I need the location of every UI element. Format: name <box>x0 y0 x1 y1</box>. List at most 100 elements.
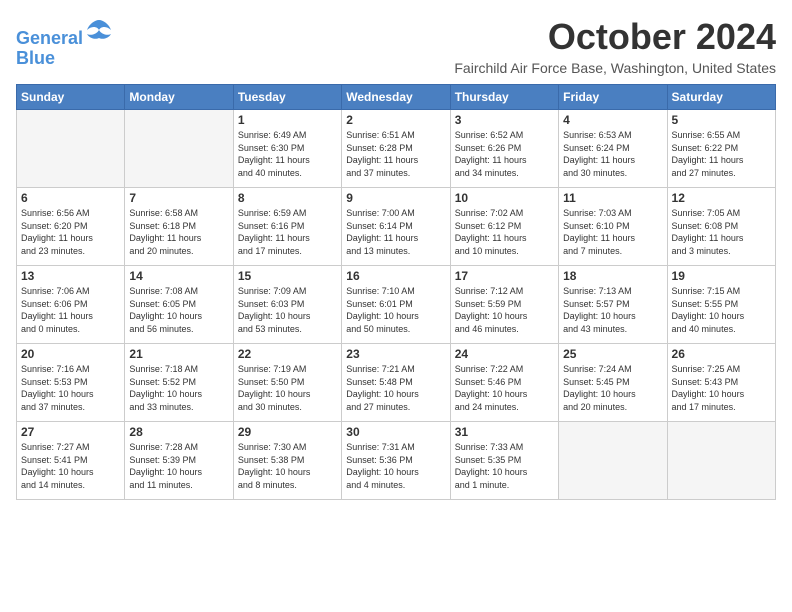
day-number: 9 <box>346 191 445 205</box>
day-info: Sunrise: 7:18 AM Sunset: 5:52 PM Dayligh… <box>129 363 228 413</box>
day-info: Sunrise: 7:28 AM Sunset: 5:39 PM Dayligh… <box>129 441 228 491</box>
logo-blue-text: Blue <box>16 49 113 69</box>
day-number: 13 <box>21 269 120 283</box>
day-number: 15 <box>238 269 337 283</box>
calendar-day-header: Sunday <box>17 85 125 110</box>
day-info: Sunrise: 6:58 AM Sunset: 6:18 PM Dayligh… <box>129 207 228 257</box>
day-info: Sunrise: 7:30 AM Sunset: 5:38 PM Dayligh… <box>238 441 337 491</box>
calendar-day-header: Tuesday <box>233 85 341 110</box>
calendar-day-header: Friday <box>559 85 667 110</box>
calendar-cell: 17 Sunrise: 7:12 AM Sunset: 5:59 PM Dayli… <box>450 266 558 344</box>
calendar-week-row: 1Sunrise: 6:49 AM Sunset: 6:30 PM Daylig… <box>17 110 776 188</box>
day-number: 17 <box>455 269 554 283</box>
logo-bird-icon <box>85 16 113 44</box>
logo: General Blue <box>16 16 113 69</box>
day-info: Sunrise: 7:06 AM Sunset: 6:06 PM Dayligh… <box>21 285 120 335</box>
day-number: 21 <box>129 347 228 361</box>
day-number: 22 <box>238 347 337 361</box>
day-info: Sunrise: 6:53 AM Sunset: 6:24 PM Dayligh… <box>563 129 662 179</box>
calendar-cell: 30 Sunrise: 7:31 AM Sunset: 5:36 PM Dayli… <box>342 422 450 500</box>
calendar-cell: 3 Sunrise: 6:52 AM Sunset: 6:26 PM Daylig… <box>450 110 558 188</box>
calendar-cell <box>125 110 233 188</box>
calendar-cell: 8Sunrise: 6:59 AM Sunset: 6:16 PM Daylig… <box>233 188 341 266</box>
calendar-cell: 28 Sunrise: 7:28 AM Sunset: 5:39 PM Dayli… <box>125 422 233 500</box>
day-info: Sunrise: 7:05 AM Sunset: 6:08 PM Dayligh… <box>672 207 771 257</box>
calendar-cell: 27Sunrise: 7:27 AM Sunset: 5:41 PM Dayli… <box>17 422 125 500</box>
day-number: 29 <box>238 425 337 439</box>
day-number: 31 <box>455 425 554 439</box>
calendar-header-row: SundayMondayTuesdayWednesdayThursdayFrid… <box>17 85 776 110</box>
calendar-cell <box>17 110 125 188</box>
day-info: Sunrise: 7:10 AM Sunset: 6:01 PM Dayligh… <box>346 285 445 335</box>
calendar-cell: 5Sunrise: 6:55 AM Sunset: 6:22 PM Daylig… <box>667 110 775 188</box>
day-number: 18 <box>563 269 662 283</box>
calendar-cell: 7 Sunrise: 6:58 AM Sunset: 6:18 PM Daylig… <box>125 188 233 266</box>
day-info: Sunrise: 6:56 AM Sunset: 6:20 PM Dayligh… <box>21 207 120 257</box>
day-info: Sunrise: 7:15 AM Sunset: 5:55 PM Dayligh… <box>672 285 771 335</box>
day-info: Sunrise: 7:21 AM Sunset: 5:48 PM Dayligh… <box>346 363 445 413</box>
day-number: 12 <box>672 191 771 205</box>
month-title: October 2024 <box>454 16 776 58</box>
calendar-cell: 18Sunrise: 7:13 AM Sunset: 5:57 PM Dayli… <box>559 266 667 344</box>
day-info: Sunrise: 7:22 AM Sunset: 5:46 PM Dayligh… <box>455 363 554 413</box>
day-number: 30 <box>346 425 445 439</box>
day-number: 14 <box>129 269 228 283</box>
calendar-cell: 11 Sunrise: 7:03 AM Sunset: 6:10 PM Dayli… <box>559 188 667 266</box>
calendar-cell: 29 Sunrise: 7:30 AM Sunset: 5:38 PM Dayli… <box>233 422 341 500</box>
day-number: 10 <box>455 191 554 205</box>
calendar-day-header: Saturday <box>667 85 775 110</box>
day-number: 2 <box>346 113 445 127</box>
location-title: Fairchild Air Force Base, Washington, Un… <box>454 60 776 76</box>
day-info: Sunrise: 7:24 AM Sunset: 5:45 PM Dayligh… <box>563 363 662 413</box>
calendar-cell: 21 Sunrise: 7:18 AM Sunset: 5:52 PM Dayli… <box>125 344 233 422</box>
calendar-week-row: 13 Sunrise: 7:06 AM Sunset: 6:06 PM Dayli… <box>17 266 776 344</box>
day-info: Sunrise: 6:55 AM Sunset: 6:22 PM Dayligh… <box>672 129 771 179</box>
day-info: Sunrise: 7:16 AM Sunset: 5:53 PM Dayligh… <box>21 363 120 413</box>
day-info: Sunrise: 6:59 AM Sunset: 6:16 PM Dayligh… <box>238 207 337 257</box>
day-number: 28 <box>129 425 228 439</box>
calendar-week-row: 20 Sunrise: 7:16 AM Sunset: 5:53 PM Dayli… <box>17 344 776 422</box>
calendar-cell: 20 Sunrise: 7:16 AM Sunset: 5:53 PM Dayli… <box>17 344 125 422</box>
day-number: 25 <box>563 347 662 361</box>
title-section: October 2024 Fairchild Air Force Base, W… <box>454 16 776 76</box>
calendar-day-header: Monday <box>125 85 233 110</box>
calendar-cell: 6 Sunrise: 6:56 AM Sunset: 6:20 PM Daylig… <box>17 188 125 266</box>
day-number: 7 <box>129 191 228 205</box>
day-number: 26 <box>672 347 771 361</box>
calendar-cell: 19 Sunrise: 7:15 AM Sunset: 5:55 PM Dayli… <box>667 266 775 344</box>
calendar-day-header: Wednesday <box>342 85 450 110</box>
calendar-cell: 15Sunrise: 7:09 AM Sunset: 6:03 PM Dayli… <box>233 266 341 344</box>
day-info: Sunrise: 7:00 AM Sunset: 6:14 PM Dayligh… <box>346 207 445 257</box>
day-info: Sunrise: 7:19 AM Sunset: 5:50 PM Dayligh… <box>238 363 337 413</box>
day-number: 23 <box>346 347 445 361</box>
calendar-cell: 9 Sunrise: 7:00 AM Sunset: 6:14 PM Daylig… <box>342 188 450 266</box>
day-number: 11 <box>563 191 662 205</box>
day-info: Sunrise: 7:27 AM Sunset: 5:41 PM Dayligh… <box>21 441 120 491</box>
day-info: Sunrise: 7:03 AM Sunset: 6:10 PM Dayligh… <box>563 207 662 257</box>
day-number: 20 <box>21 347 120 361</box>
calendar-table: SundayMondayTuesdayWednesdayThursdayFrid… <box>16 84 776 500</box>
calendar-cell: 23 Sunrise: 7:21 AM Sunset: 5:48 PM Dayli… <box>342 344 450 422</box>
calendar-cell <box>559 422 667 500</box>
day-info: Sunrise: 7:08 AM Sunset: 6:05 PM Dayligh… <box>129 285 228 335</box>
calendar-cell: 1Sunrise: 6:49 AM Sunset: 6:30 PM Daylig… <box>233 110 341 188</box>
day-info: Sunrise: 7:02 AM Sunset: 6:12 PM Dayligh… <box>455 207 554 257</box>
calendar-cell <box>667 422 775 500</box>
day-info: Sunrise: 6:52 AM Sunset: 6:26 PM Dayligh… <box>455 129 554 179</box>
day-number: 19 <box>672 269 771 283</box>
day-number: 16 <box>346 269 445 283</box>
calendar-cell: 22 Sunrise: 7:19 AM Sunset: 5:50 PM Dayli… <box>233 344 341 422</box>
calendar-cell: 31 Sunrise: 7:33 AM Sunset: 5:35 PM Dayli… <box>450 422 558 500</box>
calendar-day-header: Thursday <box>450 85 558 110</box>
day-info: Sunrise: 7:12 AM Sunset: 5:59 PM Dayligh… <box>455 285 554 335</box>
calendar-cell: 13 Sunrise: 7:06 AM Sunset: 6:06 PM Dayli… <box>17 266 125 344</box>
day-info: Sunrise: 7:33 AM Sunset: 5:35 PM Dayligh… <box>455 441 554 491</box>
calendar-cell: 14 Sunrise: 7:08 AM Sunset: 6:05 PM Dayli… <box>125 266 233 344</box>
day-info: Sunrise: 7:31 AM Sunset: 5:36 PM Dayligh… <box>346 441 445 491</box>
calendar-cell: 24 Sunrise: 7:22 AM Sunset: 5:46 PM Dayli… <box>450 344 558 422</box>
day-number: 24 <box>455 347 554 361</box>
calendar-cell: 2Sunrise: 6:51 AM Sunset: 6:28 PM Daylig… <box>342 110 450 188</box>
day-number: 3 <box>455 113 554 127</box>
calendar-cell: 4Sunrise: 6:53 AM Sunset: 6:24 PM Daylig… <box>559 110 667 188</box>
day-number: 6 <box>21 191 120 205</box>
